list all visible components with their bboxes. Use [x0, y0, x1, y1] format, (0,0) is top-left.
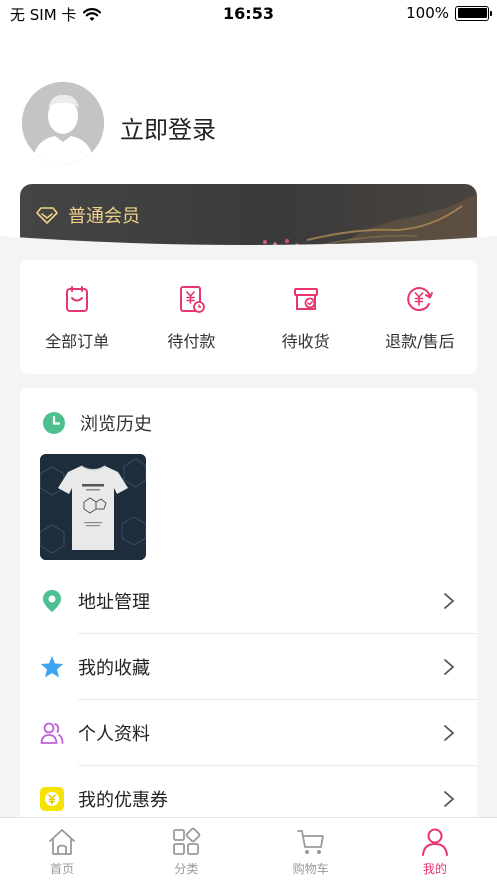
- order-label: 全部订单: [45, 332, 110, 351]
- order-label: 待收货: [281, 332, 330, 351]
- location-pin-icon: [43, 590, 61, 612]
- order-all[interactable]: 全部订单: [20, 260, 134, 374]
- header-curve: [0, 236, 497, 256]
- battery-percent: 100%: [406, 4, 449, 22]
- diamond-icon: [36, 207, 58, 224]
- tab-label: 首页: [50, 862, 75, 876]
- history-item-thumbnail[interactable]: [40, 454, 146, 560]
- order-refund[interactable]: 退款/售后: [363, 260, 477, 374]
- tab-mine[interactable]: 我的: [373, 818, 497, 883]
- history-header: 浏览历史: [42, 410, 152, 436]
- menu-label: 我的收藏: [78, 658, 150, 679]
- delivery-box-icon: [293, 288, 318, 310]
- tshirt-product-image: [40, 454, 146, 560]
- tab-label: 购物车: [292, 862, 329, 876]
- chevron-right-icon: [444, 593, 455, 609]
- category-icon: [173, 827, 201, 855]
- history-title: 浏览历史: [80, 414, 152, 435]
- chevron-right-icon: [444, 659, 455, 675]
- main-panel: 浏览历史 地址管理 我的收藏 个人资料 我的优惠券: [20, 388, 477, 828]
- orders-panel: 全部订单 待付款 待收货 退款/售后: [20, 260, 477, 374]
- star-icon: [41, 656, 63, 678]
- payment-icon: [180, 286, 206, 313]
- order-pending-delivery[interactable]: 待收货: [249, 260, 363, 374]
- status-bar: 无 SIM 卡 16:53 100%: [0, 0, 497, 28]
- coupon-icon: [40, 787, 64, 811]
- tab-home[interactable]: 首页: [0, 818, 124, 883]
- chevron-right-icon: [444, 725, 455, 741]
- refund-icon: [407, 287, 433, 311]
- menu-label: 个人资料: [78, 724, 150, 745]
- profile-header: 立即登录 普通会员: [0, 28, 497, 256]
- member-level: 普通会员: [68, 206, 140, 227]
- battery-icon: [455, 5, 492, 21]
- order-label: 退款/售后: [385, 332, 455, 351]
- cart-icon: [296, 830, 324, 854]
- menu-label: 我的优惠券: [78, 790, 168, 811]
- chevron-right-icon: [444, 791, 455, 807]
- avatar[interactable]: [22, 82, 104, 164]
- clipboard-icon: [66, 286, 89, 312]
- tab-category[interactable]: 分类: [124, 818, 248, 883]
- default-avatar-icon: [22, 82, 104, 164]
- tab-label: 分类: [174, 862, 199, 876]
- clock-icon: [43, 412, 65, 434]
- login-link[interactable]: 立即登录: [120, 110, 216, 145]
- menu-favorites[interactable]: 我的收藏: [20, 634, 477, 700]
- status-right: 100%: [406, 4, 492, 22]
- tab-bar: 首页 分类 购物车 我的: [0, 817, 497, 883]
- menu-label: 地址管理: [78, 592, 150, 613]
- user-profile-icon: [40, 722, 64, 744]
- order-label: 待付款: [167, 332, 216, 351]
- menu-profile[interactable]: 个人资料: [20, 700, 477, 766]
- tab-cart[interactable]: 购物车: [249, 818, 373, 883]
- menu-address[interactable]: 地址管理: [20, 568, 477, 634]
- order-pending-payment[interactable]: 待付款: [134, 260, 248, 374]
- tab-label: 我的: [422, 862, 447, 876]
- home-icon: [49, 829, 76, 855]
- profile-icon: [421, 828, 448, 856]
